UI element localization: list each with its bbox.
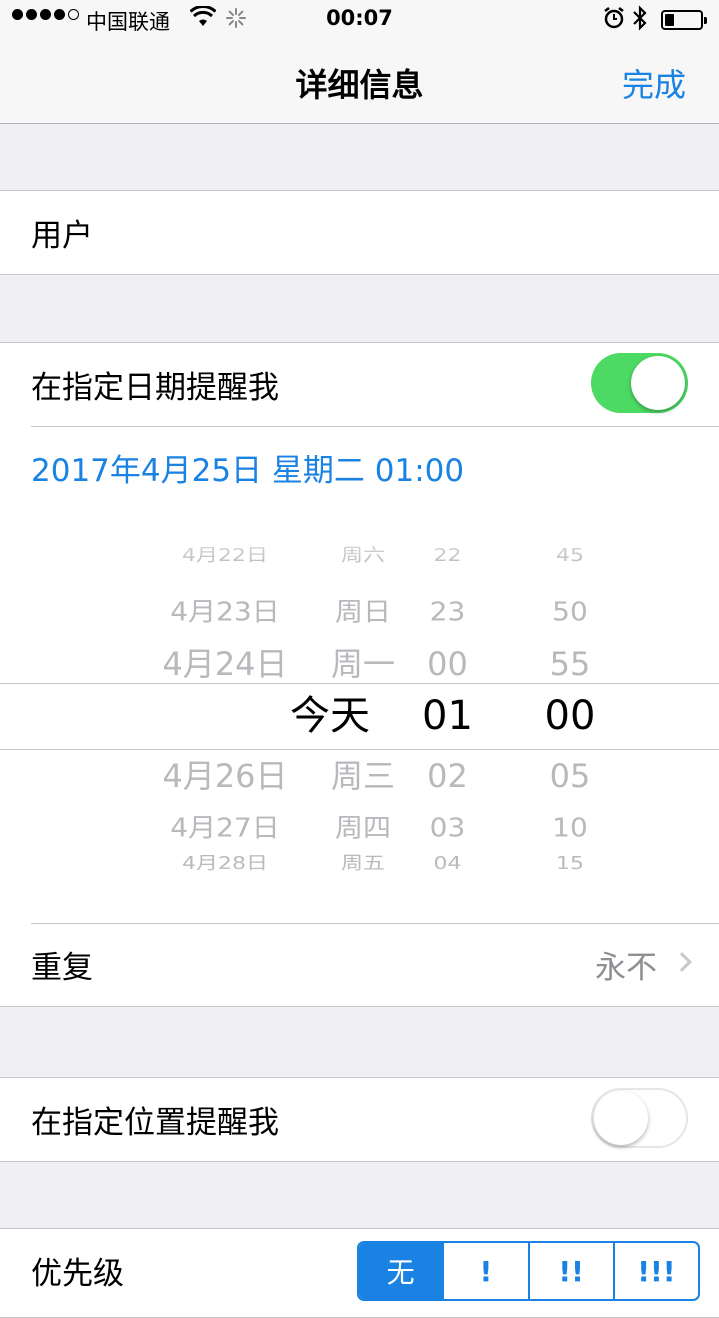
picker-minute-item: 00 bbox=[544, 693, 596, 739]
date-time-picker[interactable]: 4月22日 周六 4月23日 周日 4月24日 周一今天 4月26日 周三 4月27日 周四 4月2… bbox=[0, 509, 719, 923]
picker-minute-item: 50 bbox=[552, 596, 588, 627]
picker-hour-item: 23 bbox=[429, 596, 466, 627]
location-reminder-label: 在指定位置提醒我 bbox=[31, 1105, 279, 1141]
bluetooth-icon bbox=[632, 5, 648, 36]
date-reminder-toggle[interactable] bbox=[591, 353, 688, 413]
picker-minute-item: 45 bbox=[556, 545, 584, 566]
picker-minute-item: 05 bbox=[549, 757, 591, 795]
date-reminder-section: 在指定日期提醒我 2017年4月25日 星期二 01:00 4月22日 周六 4月2… bbox=[0, 342, 719, 1007]
user-label: 用户 bbox=[31, 218, 93, 254]
priority-option-2[interactable]: !! bbox=[527, 1243, 613, 1299]
picker-day-item: 周日 bbox=[334, 596, 391, 627]
chevron-right-icon bbox=[672, 952, 692, 972]
picker-minute-item: 55 bbox=[549, 645, 591, 683]
picker-hour-item: 00 bbox=[427, 645, 468, 683]
picker-day-item: 周三 bbox=[330, 757, 395, 795]
repeat-label: 重复 bbox=[31, 950, 93, 986]
picker-hour-item: 02 bbox=[427, 757, 468, 795]
priority-section: 优先级 无!!!!!! bbox=[0, 1228, 719, 1318]
picker-date-item: 4月26日 bbox=[162, 757, 288, 795]
picker-wheel[interactable]: 4月22日 周六 4月23日 周日 4月24日 周一今天 4月26日 周三 4月27日 周四 4月2… bbox=[0, 509, 719, 923]
selected-date-row[interactable]: 2017年4月25日 星期二 01:00 bbox=[0, 426, 719, 509]
picker-day-item: 周四 bbox=[334, 812, 391, 843]
picker-minute-item: 15 bbox=[556, 853, 584, 874]
picker-day-item: 周一 bbox=[330, 645, 395, 683]
picker-day-item: 周五 bbox=[340, 853, 385, 874]
repeat-row[interactable]: 重复 永不 bbox=[0, 923, 719, 1006]
location-reminder-section: 在指定位置提醒我 bbox=[0, 1077, 719, 1162]
done-button[interactable]: 完成 bbox=[622, 60, 686, 106]
priority-label: 优先级 bbox=[31, 1256, 124, 1292]
priority-option-3[interactable]: !!! bbox=[612, 1243, 698, 1299]
priority-option-0[interactable]: 无 bbox=[359, 1243, 443, 1299]
battery-icon bbox=[661, 10, 707, 30]
priority-row: 优先级 无!!!!!! bbox=[0, 1229, 719, 1312]
date-reminder-label: 在指定日期提醒我 bbox=[31, 370, 279, 406]
navigation-bar: 详细信息 完成 bbox=[0, 40, 719, 124]
user-section: 用户 bbox=[0, 190, 719, 275]
page-title: 详细信息 bbox=[295, 66, 424, 104]
picker-date-item: 4月27日 bbox=[170, 812, 280, 843]
selected-date-text: 2017年4月25日 星期二 01:00 bbox=[31, 453, 465, 489]
picker-date-item: 4月28日 bbox=[182, 853, 268, 874]
picker-hour-item: 01 bbox=[422, 693, 473, 739]
picker-hour-item: 03 bbox=[429, 812, 466, 843]
picker-hour-item: 22 bbox=[433, 545, 462, 566]
date-reminder-row: 在指定日期提醒我 bbox=[0, 343, 719, 426]
alarm-icon bbox=[604, 7, 624, 34]
priority-segmented-control[interactable]: 无!!!!!! bbox=[357, 1241, 700, 1301]
picker-date-item: 今天 bbox=[290, 693, 370, 739]
priority-option-1[interactable]: ! bbox=[442, 1243, 527, 1299]
location-reminder-toggle[interactable] bbox=[591, 1088, 688, 1148]
picker-day-item: 周六 bbox=[340, 545, 385, 566]
picker-date-item: 4月22日 bbox=[182, 545, 268, 566]
picker-date-item: 4月23日 bbox=[170, 596, 280, 627]
repeat-value: 永不 bbox=[595, 950, 657, 986]
picker-minute-item: 10 bbox=[552, 812, 588, 843]
picker-date-item: 4月24日 bbox=[162, 645, 288, 683]
location-reminder-row: 在指定位置提醒我 bbox=[0, 1078, 719, 1161]
status-bar: 中国联通 00:07 bbox=[0, 0, 719, 40]
picker-hour-item: 04 bbox=[433, 853, 462, 874]
user-row[interactable]: 用户 bbox=[0, 191, 719, 274]
